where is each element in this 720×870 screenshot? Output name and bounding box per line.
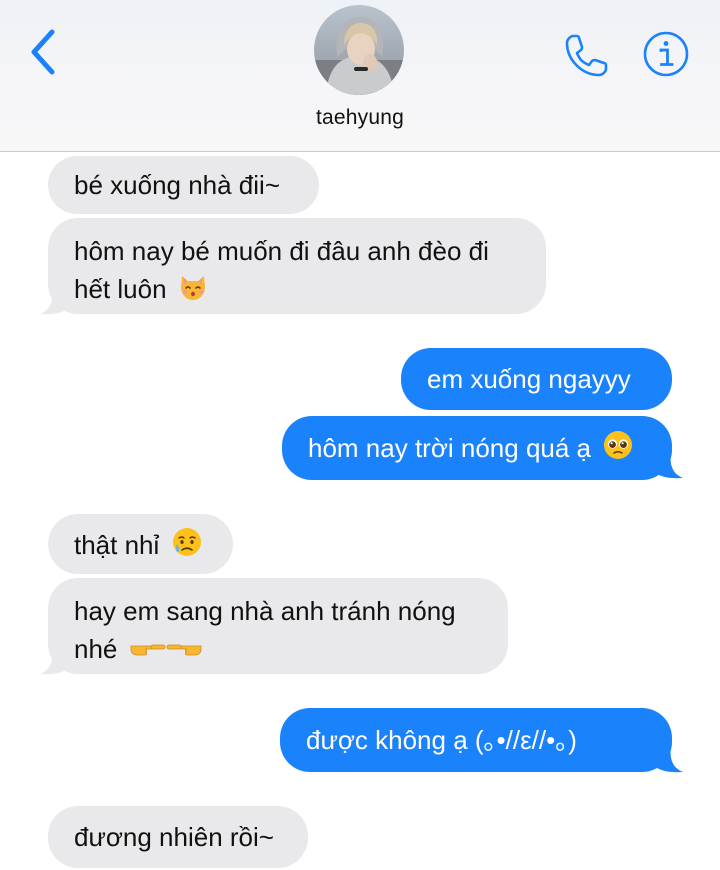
back-button[interactable] bbox=[24, 26, 64, 78]
contact-name[interactable]: taehyung bbox=[0, 106, 720, 130]
message-text: hôm nay trời nóng quá ạ bbox=[308, 433, 592, 463]
message-bubble-received[interactable]: đương nhiên rồi~ bbox=[48, 806, 308, 868]
message-bubble-received[interactable]: bé xuống nhà đii~ bbox=[48, 156, 319, 214]
phone-icon bbox=[565, 34, 608, 77]
kissing-cat-emoji-icon bbox=[178, 272, 208, 312]
message-bubble-sent[interactable]: được không ạ (｡•//ε//•｡) bbox=[280, 708, 672, 772]
call-button[interactable] bbox=[562, 30, 612, 80]
pointing-fingers-emoji-icon bbox=[129, 634, 203, 672]
conversation-header: taehyung bbox=[0, 0, 720, 152]
message-bubble-received[interactable]: hôm nay bé muốn đi đâu anh đèo đi hết lu… bbox=[48, 218, 546, 314]
chevron-left-icon bbox=[31, 29, 55, 75]
message-text: hay em sang nhà anh tránh nóng bbox=[74, 596, 456, 626]
message-text: thật nhỉ bbox=[74, 530, 160, 560]
pleading-face-emoji-icon bbox=[602, 429, 634, 472]
message-text: em xuống ngayyy bbox=[427, 364, 631, 394]
message-text: nhé bbox=[74, 634, 118, 664]
message-text: bé xuống nhà đii~ bbox=[74, 170, 281, 200]
message-bubble-received[interactable]: hay em sang nhà anh tránh nóng nhé bbox=[48, 578, 508, 674]
message-text: đương nhiên rồi~ bbox=[74, 822, 274, 852]
message-bubble-sent[interactable]: em xuống ngayyy bbox=[401, 348, 672, 410]
message-text: hết luôn bbox=[74, 274, 167, 304]
info-icon bbox=[643, 31, 689, 77]
message-text: hôm nay bé muốn đi đâu anh đèo đi bbox=[74, 236, 489, 266]
message-bubble-received[interactable]: thật nhỉ bbox=[48, 514, 233, 574]
info-button[interactable] bbox=[642, 30, 690, 78]
message-text: được không ạ (｡•//ε//•｡) bbox=[306, 725, 577, 755]
message-bubble-sent[interactable]: hôm nay trời nóng quá ạ bbox=[282, 416, 672, 480]
sad-relieved-face-emoji-icon bbox=[171, 526, 203, 567]
contact-avatar[interactable] bbox=[314, 5, 404, 95]
